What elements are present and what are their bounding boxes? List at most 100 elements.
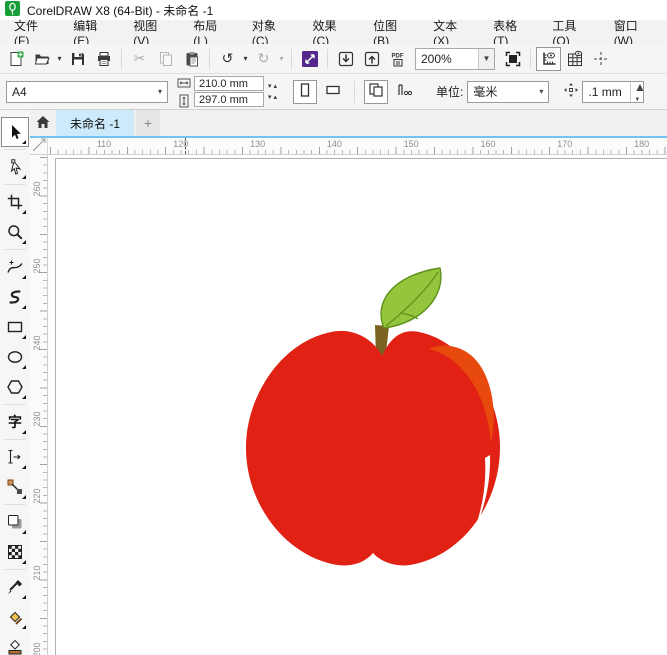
page-landscape-icon [326,85,340,95]
nudge-offset-input[interactable]: .1 mm ▲ ▼ [582,80,646,103]
v-ruler-label: 250 [32,258,42,274]
menu-item-bitmaps[interactable]: 位图(B) [363,19,423,48]
save-button[interactable] [65,47,90,71]
menu-item-window[interactable]: 窗口(W) [604,19,667,48]
redo-button[interactable]: ↻ [251,47,276,71]
pick-cursor-icon [12,125,21,139]
show-guidelines-button[interactable] [588,47,613,71]
v-ruler-label: 240 [32,335,42,351]
drop-shadow-tool[interactable] [1,507,29,537]
units-select[interactable]: 毫米 ▾ [467,80,550,103]
current-page-button[interactable] [392,80,416,104]
new-document-icon [10,51,23,66]
crop-icon [7,194,23,210]
print-button[interactable] [91,47,116,71]
new-tab-button[interactable]: + [136,110,161,136]
pages-single-icon [398,84,413,96]
all-pages-button[interactable] [364,79,389,104]
export-button[interactable] [359,47,384,71]
menu-item-text[interactable]: 文本(X) [423,19,483,48]
document-tab[interactable]: 未命名 -1 [56,110,135,136]
h-ruler-label: 120 [173,139,189,149]
redo-button-dropdown[interactable]: ▾ [277,54,286,63]
menu-item-edit[interactable]: 编辑(E) [63,19,123,48]
toolbar-separator [291,48,292,69]
page-width-input[interactable]: 210.0 mm [194,76,264,91]
copy-button[interactable] [153,47,178,71]
nudge-offset-icon [563,82,579,101]
welcome-screen-button[interactable] [30,110,56,136]
page-width-icon [177,78,191,87]
interactive-fill-tool[interactable] [1,632,29,655]
connector-tool[interactable] [1,472,29,502]
freehand-tool[interactable] [1,252,29,282]
transparency-tool[interactable] [1,537,29,567]
menu-item-table[interactable]: 表格(T) [483,19,542,48]
smart-fill-tool[interactable] [1,602,29,632]
search-content-button[interactable] [297,47,322,71]
all-pages-icon [368,82,384,101]
undo-button[interactable]: ↺ [215,47,240,71]
text-tool[interactable]: 字 [1,407,29,437]
page-width-spinner[interactable]: ▾▴ [266,82,279,90]
rectangle-tool[interactable] [1,312,29,342]
landscape-button[interactable] [321,80,345,104]
ellipse-tool[interactable] [1,342,29,372]
crop-tool[interactable] [1,187,29,217]
portrait-button[interactable] [293,79,318,104]
search-content-icon [301,50,318,67]
open-button-dropdown[interactable]: ▾ [55,54,64,63]
horizontal-ruler[interactable]: 110 120 130 140 150 160 170 180 [48,138,667,155]
zoom-level-select[interactable]: 200% ▼ [415,47,495,70]
page-height-spinner[interactable]: ▾▴ [266,93,279,101]
v-ruler-label: 200 [32,642,42,655]
nudge-offset-spinner[interactable]: ▲ ▼ [630,80,646,103]
shape-node-icon [10,159,22,175]
connector-icon [7,479,22,494]
menu-item-effects[interactable]: 效果(C) [303,19,364,48]
page-size-preset-select[interactable]: A4 ▾ [6,80,168,103]
home-icon [35,114,51,133]
svg-text:PDF: PDF [391,53,403,59]
pick-tool[interactable] [1,117,29,147]
zoom-tool[interactable] [1,217,29,247]
ruler-origin-corner[interactable] [30,138,48,155]
freehand-curve-icon [7,260,23,273]
toolbox-separator [4,149,26,150]
units-value: 毫米 [473,85,498,99]
show-grid-button[interactable] [562,47,587,71]
paste-button[interactable] [179,47,204,71]
interactive-fill-icon [8,639,22,655]
toolbox-separator [4,569,26,570]
open-button[interactable] [29,47,54,71]
chevron-down-icon: ▾ [539,87,544,96]
vertical-ruler[interactable]: 260 250 240 230 220 210 200 [30,155,48,655]
new-document-button[interactable] [3,47,28,71]
menu-item-file[interactable]: 文件(F) [4,19,63,48]
toolbar-separator [209,48,210,69]
chevron-down-icon: ▼ [478,48,494,69]
h-ruler-label: 110 [96,139,112,149]
show-rulers-button[interactable] [536,46,561,71]
apple-leaf[interactable] [380,267,442,329]
shape-tool[interactable] [1,152,29,182]
undo-button-dropdown[interactable]: ▾ [241,54,250,63]
page-width-value: 210.0 mm [199,77,248,90]
cut-button[interactable]: ✂ [127,47,152,71]
fullscreen-preview-button[interactable] [500,47,525,71]
color-eyedropper-tool[interactable] [1,572,29,602]
smart-drawing-tool[interactable] [1,282,29,312]
home-icon [36,115,50,128]
parallel-dimension-tool[interactable] [1,442,29,472]
page-height-input[interactable]: 297.0 mm [194,92,264,107]
drawing-canvas[interactable] [48,155,667,655]
menu-item-view[interactable]: 视图(V) [123,19,183,48]
menu-item-layout[interactable]: 布局(L) [183,19,242,48]
polygon-tool[interactable] [1,372,29,402]
apple-illustration[interactable] [48,155,667,655]
menu-item-tools[interactable]: 工具(O) [542,19,603,48]
menu-item-object[interactable]: 对象(C) [242,19,303,48]
pdf-button[interactable]: PDF [385,47,410,71]
import-button[interactable] [333,47,358,71]
h-ruler-label: 150 [403,139,419,149]
